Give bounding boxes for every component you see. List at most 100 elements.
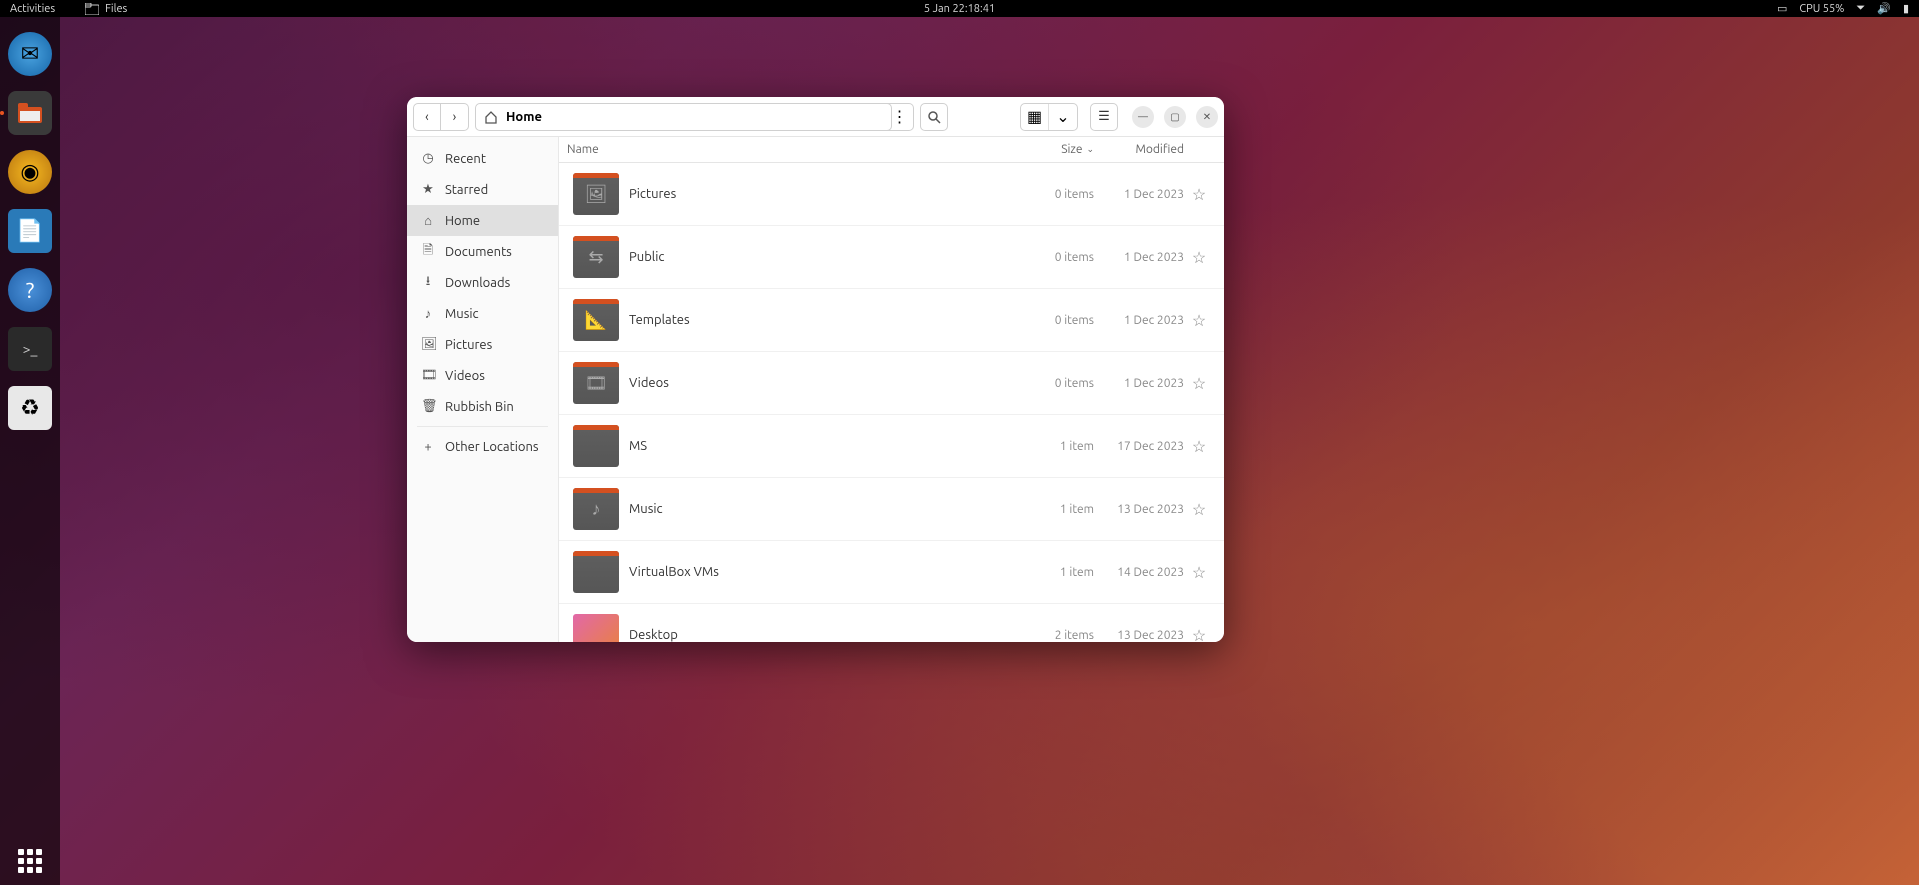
- star-button[interactable]: ☆: [1184, 626, 1214, 643]
- table-row[interactable]: 🎞Videos0 items1 Dec 2023☆: [559, 352, 1224, 415]
- sidebar-item-pictures[interactable]: 🖼Pictures: [407, 329, 558, 360]
- dock-rhythmbox[interactable]: ◉: [8, 150, 52, 194]
- file-list: Name Size ⌄ Modified 🖼Pictures0 items1 D…: [559, 137, 1224, 642]
- sidebar-item-label: Videos: [445, 369, 485, 383]
- folder-icon: 🎞: [573, 362, 619, 404]
- sidebar-item-label: Recent: [445, 152, 486, 166]
- file-size: 1 item: [1024, 566, 1094, 579]
- sidebar-item-downloads[interactable]: ⭳ Downloads: [407, 267, 558, 298]
- sidebar-item-label: Downloads: [445, 276, 510, 290]
- down-icon: ⭳: [421, 272, 435, 294]
- file-name: Music: [629, 502, 1024, 516]
- column-headers: Name Size ⌄ Modified: [559, 137, 1224, 163]
- star-button[interactable]: ☆: [1184, 185, 1214, 204]
- sidebar-item-videos[interactable]: 🎞 Videos: [407, 360, 558, 391]
- dock: ✉ ◉ 📄 ? >_ ♻: [0, 17, 60, 885]
- list-view-button[interactable]: ☰: [1090, 103, 1118, 131]
- sidebar-item-home[interactable]: ⌂ Home: [407, 205, 558, 236]
- file-name: Desktop: [629, 628, 1024, 642]
- file-modified: 13 Dec 2023: [1094, 503, 1184, 516]
- path-label: Home: [506, 110, 542, 124]
- files-menu-label: Files: [105, 3, 127, 15]
- trash-icon: 🗑: [421, 399, 435, 414]
- table-row[interactable]: ⇆ Public0 items1 Dec 2023☆: [559, 226, 1224, 289]
- file-name: VirtualBox VMs: [629, 565, 1024, 579]
- sidebar-item-label: Other Locations: [445, 440, 539, 454]
- folder-icon: [573, 425, 619, 467]
- col-size[interactable]: Size ⌄: [1024, 143, 1094, 156]
- file-size: 0 items: [1024, 251, 1094, 264]
- star-button[interactable]: ☆: [1184, 437, 1214, 456]
- sidebar-item-label: Home: [445, 214, 480, 228]
- dock-help[interactable]: ?: [8, 268, 52, 312]
- grid-view-button[interactable]: ▦: [1021, 104, 1049, 130]
- view-options-button[interactable]: ⌄: [1049, 104, 1077, 130]
- dock-libreoffice-writer[interactable]: 📄: [8, 209, 52, 253]
- top-bar: Activities Files 5 Jan 22:18:41 ▭ CPU 55…: [0, 0, 1919, 17]
- search-icon: [927, 110, 941, 124]
- col-name[interactable]: Name: [559, 143, 1024, 156]
- star-button[interactable]: ☆: [1184, 248, 1214, 267]
- folder-icon: 📐: [573, 299, 619, 341]
- table-row[interactable]: MS1 item17 Dec 2023☆: [559, 415, 1224, 478]
- table-row[interactable]: 📐Templates0 items1 Dec 2023☆: [559, 289, 1224, 352]
- table-row[interactable]: Desktop2 items13 Dec 2023☆: [559, 604, 1224, 642]
- dock-terminal[interactable]: >_: [8, 327, 52, 371]
- titlebar: ‹ › Home ⋮ ▦ ⌄ ☰ — ▢ ✕: [407, 97, 1224, 137]
- file-name: Templates: [629, 313, 1024, 327]
- file-modified: 1 Dec 2023: [1094, 377, 1184, 390]
- file-size: 1 item: [1024, 440, 1094, 453]
- dock-files[interactable]: [8, 91, 52, 135]
- home-icon: ⌂: [421, 213, 435, 228]
- table-row[interactable]: ♪Music1 item13 Dec 2023☆: [559, 478, 1224, 541]
- sidebar-item-other-locations[interactable]: +Other Locations: [407, 431, 558, 462]
- forward-button[interactable]: ›: [441, 103, 469, 131]
- close-button[interactable]: ✕: [1196, 106, 1218, 128]
- file-name: MS: [629, 439, 1024, 453]
- path-bar[interactable]: Home: [475, 103, 892, 131]
- network-icon[interactable]: ⏷: [1856, 2, 1865, 15]
- clock[interactable]: 5 Jan 22:18:41: [924, 3, 995, 15]
- tray-icon[interactable]: ▭: [1777, 2, 1787, 15]
- back-button[interactable]: ‹: [413, 103, 441, 131]
- sidebar-item-label: Music: [445, 307, 479, 321]
- vid-icon: 🎞: [421, 368, 435, 383]
- table-row[interactable]: VirtualBox VMs1 item14 Dec 2023☆: [559, 541, 1224, 604]
- volume-icon[interactable]: 🔊: [1877, 2, 1891, 15]
- path-menu-button[interactable]: ⋮: [886, 103, 914, 131]
- file-modified: 1 Dec 2023: [1094, 314, 1184, 327]
- minimize-button[interactable]: —: [1132, 106, 1154, 128]
- file-modified: 13 Dec 2023: [1094, 629, 1184, 642]
- star-button[interactable]: ☆: [1184, 311, 1214, 330]
- dock-trash[interactable]: ♻: [8, 386, 52, 430]
- activities-button[interactable]: Activities: [10, 3, 55, 15]
- folder-icon: ♪: [573, 488, 619, 530]
- maximize-button[interactable]: ▢: [1164, 106, 1186, 128]
- star-button[interactable]: ☆: [1184, 500, 1214, 519]
- cpu-indicator[interactable]: CPU 55%: [1799, 3, 1844, 15]
- files-window: ‹ › Home ⋮ ▦ ⌄ ☰ — ▢ ✕ ◷Recent★Starred ⌂ H…: [407, 97, 1224, 642]
- folder-icon: ⇆: [573, 236, 619, 278]
- sidebar-item-label: Pictures: [445, 338, 492, 352]
- view-switcher: ▦ ⌄: [1020, 103, 1078, 131]
- sidebar-item-rubbish-bin[interactable]: 🗑Rubbish Bin: [407, 391, 558, 422]
- battery-icon[interactable]: ▮: [1903, 2, 1909, 15]
- col-modified[interactable]: Modified: [1094, 143, 1184, 156]
- file-modified: 1 Dec 2023: [1094, 251, 1184, 264]
- sidebar-item-recent[interactable]: ◷Recent: [407, 143, 558, 174]
- star-button[interactable]: ☆: [1184, 374, 1214, 393]
- table-row[interactable]: 🖼Pictures0 items1 Dec 2023☆: [559, 163, 1224, 226]
- sidebar-item-starred[interactable]: ★Starred: [407, 174, 558, 205]
- sidebar-item-music[interactable]: ♪Music: [407, 298, 558, 329]
- file-size: 2 items: [1024, 629, 1094, 642]
- file-name: Public: [629, 250, 1024, 264]
- dock-thunderbird[interactable]: ✉: [8, 32, 52, 76]
- file-modified: 14 Dec 2023: [1094, 566, 1184, 579]
- file-modified: 17 Dec 2023: [1094, 440, 1184, 453]
- files-menu[interactable]: Files: [85, 3, 127, 15]
- folder-icon: [85, 3, 99, 15]
- star-button[interactable]: ☆: [1184, 563, 1214, 582]
- sidebar-item-documents[interactable]: 🗎Documents: [407, 236, 558, 267]
- search-button[interactable]: [920, 103, 948, 131]
- dock-show-applications[interactable]: [0, 849, 60, 873]
